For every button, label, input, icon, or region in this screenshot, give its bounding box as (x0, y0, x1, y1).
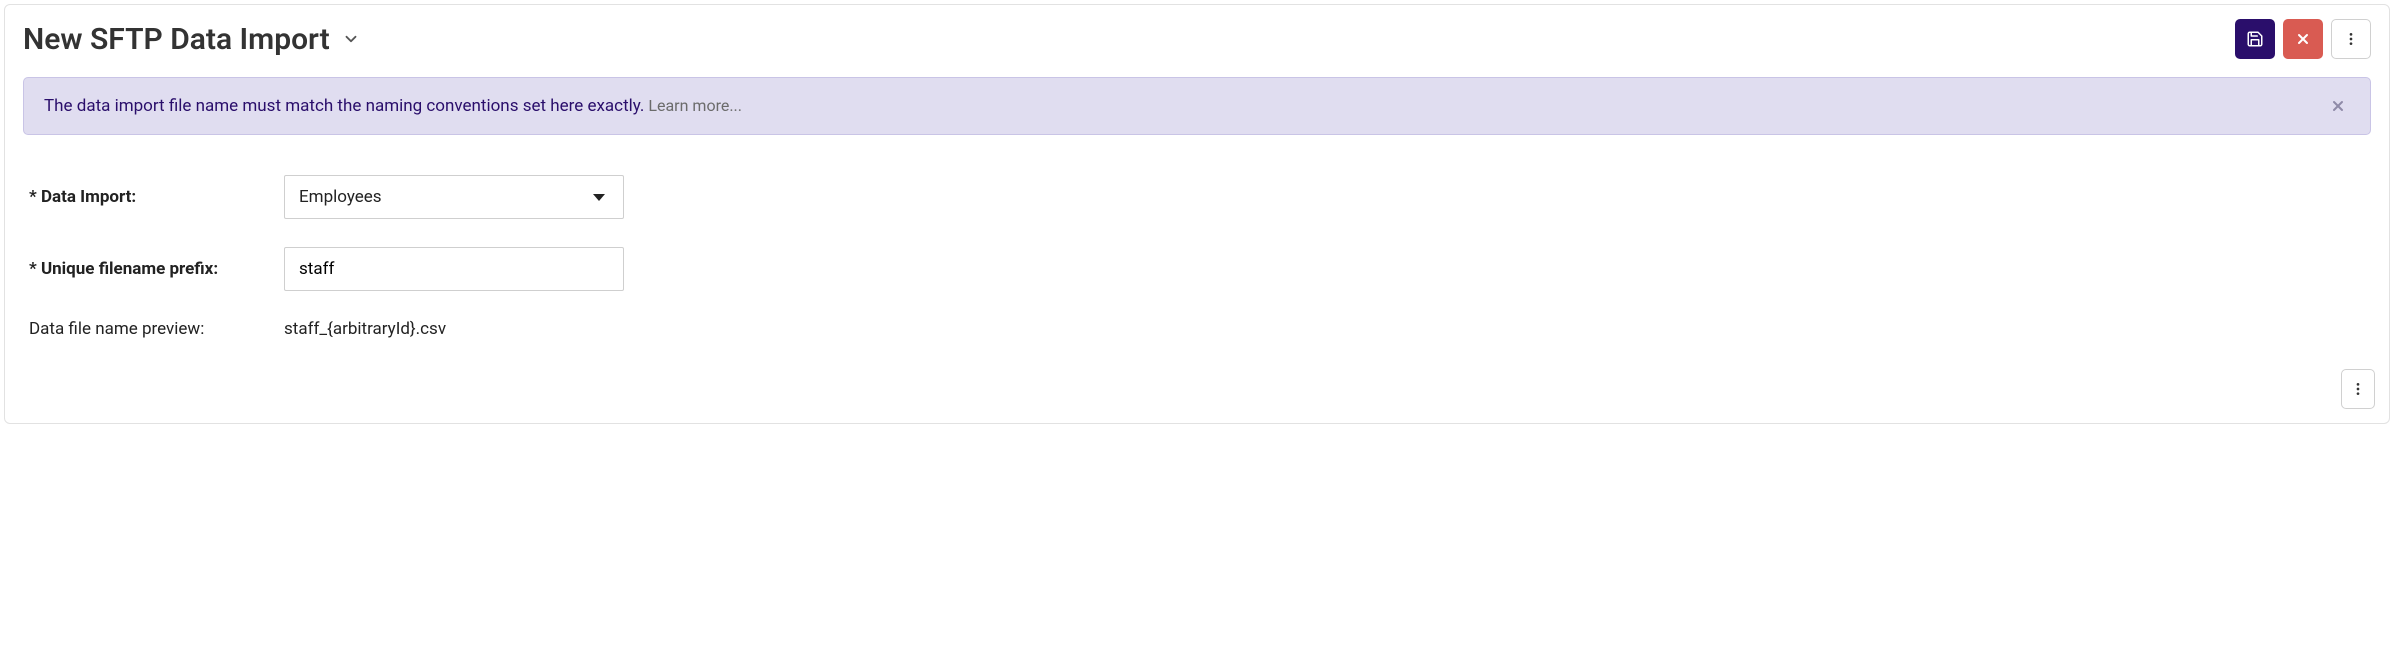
prefix-label: * Unique filename prefix: (29, 259, 284, 279)
form-area: * Data Import: Employees * Unique filena… (23, 175, 2371, 339)
data-import-row: * Data Import: Employees (29, 175, 2371, 219)
action-buttons (2235, 19, 2371, 59)
info-banner-close[interactable] (2326, 98, 2350, 114)
save-button[interactable] (2235, 19, 2275, 59)
data-import-select-wrap: Employees (284, 175, 624, 219)
close-icon (2330, 98, 2346, 114)
data-import-select[interactable]: Employees (284, 175, 624, 219)
preview-value: staff_{arbitraryId}.csv (284, 319, 446, 339)
prefix-input[interactable] (284, 247, 624, 291)
caret-down-icon (593, 194, 605, 201)
preview-label: Data file name preview: (29, 319, 284, 339)
sftp-import-panel: New SFTP Data Import (4, 4, 2390, 424)
vertical-dots-icon (2350, 381, 2366, 397)
page-title: New SFTP Data Import (23, 22, 330, 57)
vertical-dots-icon (2343, 31, 2359, 47)
data-import-label: * Data Import: (29, 187, 284, 207)
data-import-selected-value: Employees (299, 187, 382, 207)
preview-row: Data file name preview: staff_{arbitrary… (29, 319, 2371, 339)
learn-more-link[interactable]: Learn more... (648, 96, 742, 115)
prefix-row: * Unique filename prefix: (29, 247, 2371, 291)
header-row: New SFTP Data Import (23, 19, 2371, 59)
save-icon (2246, 30, 2264, 48)
chevron-down-icon (342, 30, 360, 48)
title-wrap: New SFTP Data Import (23, 22, 362, 57)
cancel-button[interactable] (2283, 19, 2323, 59)
info-banner-content: The data import file name must match the… (44, 96, 742, 116)
title-dropdown-toggle[interactable] (340, 28, 362, 50)
info-banner: The data import file name must match the… (23, 77, 2371, 135)
close-icon (2295, 31, 2311, 47)
floating-more-button[interactable] (2341, 369, 2375, 409)
more-actions-button[interactable] (2331, 19, 2371, 59)
info-banner-text: The data import file name must match the… (44, 96, 644, 116)
